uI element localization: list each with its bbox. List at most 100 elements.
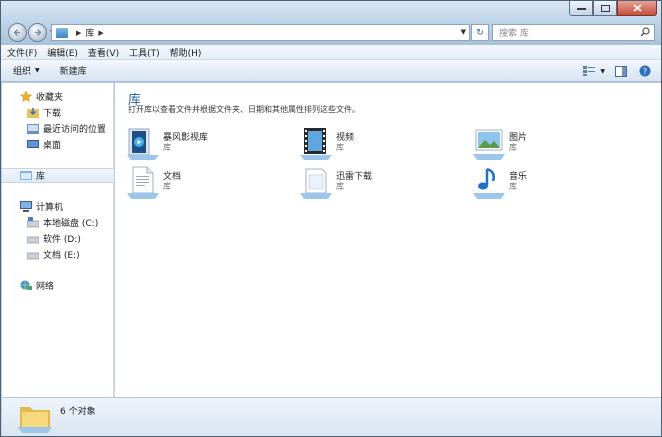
music-icon	[473, 167, 505, 199]
library-tile[interactable]: 音乐 库	[473, 165, 633, 201]
minimize-icon	[576, 8, 586, 10]
menu-bar: 文件(F) 编辑(E) 查看(V) 工具(T) 帮助(H)	[1, 45, 661, 60]
library-type: 库	[336, 182, 344, 191]
view-options-icon	[583, 66, 596, 76]
library-tile[interactable]: 视频 库	[300, 126, 460, 162]
library-type: 库	[509, 143, 517, 152]
search-box[interactable]: 搜索 库	[492, 24, 655, 41]
nav-recent-label: 最近访问的位置	[43, 125, 107, 135]
library-description: 打开库以查看文件并根据文件夹、日期和其他属性排列这些文件。	[128, 105, 360, 114]
explorer-window: ▼ ▶ 库 ▶ ▼ ↻ 搜索 库 文件(F) 编辑(E) 查看(V) 工具(T)…	[0, 0, 662, 437]
close-icon	[632, 4, 642, 12]
nav-drive-e[interactable]: 文档 (E:)	[2, 247, 114, 262]
menu-view[interactable]: 查看(V)	[88, 46, 119, 59]
nav-favorites[interactable]: 收藏夹	[2, 89, 114, 104]
nav-desktop[interactable]: 桌面	[2, 137, 114, 152]
help-button[interactable]: ?	[637, 64, 653, 78]
desktop-icon	[27, 140, 39, 148]
nav-drive-d[interactable]: 软件 (D:)	[2, 231, 114, 246]
refresh-icon: ↻	[476, 27, 484, 38]
nav-drive-e-label: 文档 (E:)	[43, 251, 80, 261]
drive-icon	[27, 252, 39, 260]
new-library-button[interactable]: 新建库	[60, 64, 87, 77]
nav-drive-c[interactable]: 本地磁盘 (C:)	[2, 215, 114, 230]
address-bar[interactable]: ▶ 库 ▶ ▼	[51, 24, 470, 41]
preview-pane-icon	[615, 65, 627, 77]
menu-help[interactable]: 帮助(H)	[170, 46, 202, 59]
svg-text:?: ?	[643, 67, 647, 76]
library-tile[interactable]: 文档 库	[127, 165, 287, 201]
library-type: 库	[509, 182, 517, 191]
nav-network-label: 网络	[36, 282, 55, 292]
nav-downloads[interactable]: 下载	[2, 105, 114, 120]
library-folder-icon	[18, 407, 52, 433]
download-library-icon	[300, 168, 332, 199]
chevron-down-icon: ▼	[35, 67, 40, 74]
breadcrumb-libraries[interactable]: 库	[85, 26, 94, 39]
maximize-button[interactable]	[593, 1, 617, 16]
minimize-button[interactable]	[569, 1, 593, 16]
preview-pane-button[interactable]	[613, 64, 629, 78]
network-icon	[20, 280, 32, 290]
refresh-button[interactable]: ↻	[471, 24, 489, 41]
command-bar: 组织 ▼ 新建库 ▼ ?	[1, 60, 661, 82]
nav-favorites-label: 收藏夹	[36, 93, 64, 103]
search-icon[interactable]	[640, 27, 650, 37]
library-type: 库	[163, 143, 171, 152]
drive-icon	[27, 236, 39, 244]
chevron-right-icon[interactable]: ▶	[98, 29, 103, 37]
forward-button[interactable]	[28, 23, 47, 42]
forward-arrow-icon	[35, 28, 42, 37]
library-folder-icon	[56, 27, 68, 38]
back-arrow-icon	[13, 28, 20, 37]
recent-places-icon	[27, 124, 39, 134]
organize-button[interactable]: 组织 ▼	[13, 64, 40, 77]
document-icon	[127, 166, 159, 199]
view-controls: ▼ ?	[573, 64, 653, 78]
title-bar: ▼ ▶ 库 ▶ ▼ ↻ 搜索 库	[1, 1, 661, 45]
nav-computer-label: 计算机	[36, 203, 64, 213]
window-controls	[569, 1, 657, 16]
maximize-icon	[600, 4, 610, 12]
navigation-pane: 收藏夹 下载 最近访问的位置 桌面 库 计算机 本地磁盘 (C:) 软件 (D:…	[2, 83, 114, 397]
library-tile[interactable]: 暴风影视库 库	[127, 126, 287, 162]
nav-network[interactable]: 网络	[2, 278, 114, 293]
library-tile[interactable]: 迅雷下载 库	[300, 165, 460, 201]
computer-icon	[20, 201, 32, 212]
nav-libraries[interactable]: 库	[2, 168, 114, 183]
chevron-right-icon[interactable]: ▶	[76, 29, 81, 37]
nav-desktop-label: 桌面	[43, 141, 62, 151]
video-library-icon	[127, 128, 159, 160]
search-input[interactable]: 搜索 库	[499, 26, 529, 39]
nav-recent-places[interactable]: 最近访问的位置	[2, 121, 114, 136]
item-count: 6 个对象	[60, 407, 96, 417]
library-type: 库	[336, 143, 344, 152]
menu-tools[interactable]: 工具(T)	[129, 46, 160, 59]
nav-computer[interactable]: 计算机	[2, 199, 114, 214]
details-pane: 6 个对象	[2, 397, 661, 436]
nav-drive-c-label: 本地磁盘 (C:)	[43, 219, 99, 229]
organize-label: 组织	[13, 67, 32, 77]
address-dropdown-icon[interactable]: ▼	[461, 28, 466, 36]
menu-file[interactable]: 文件(F)	[7, 46, 37, 59]
new-library-label: 新建库	[59, 67, 87, 77]
nav-downloads-label: 下载	[43, 109, 62, 119]
content-pane: 库 打开库以查看文件并根据文件夹、日期和其他属性排列这些文件。 暴风影视库 库 …	[115, 83, 661, 397]
change-view-button[interactable]	[581, 64, 597, 78]
close-button[interactable]	[617, 1, 657, 16]
libraries-icon	[20, 171, 32, 180]
system-drive-icon	[27, 217, 39, 228]
film-icon	[300, 128, 332, 160]
nav-drive-d-label: 软件 (D:)	[43, 235, 81, 245]
star-icon	[20, 91, 32, 102]
view-dropdown-icon[interactable]: ▼	[600, 68, 605, 75]
menu-edit[interactable]: 编辑(E)	[47, 46, 78, 59]
library-type: 库	[163, 182, 171, 191]
library-tile[interactable]: 图片 库	[473, 126, 633, 162]
nav-libraries-label: 库	[36, 172, 46, 182]
help-icon: ?	[639, 65, 651, 77]
back-button[interactable]	[8, 23, 27, 42]
navigation-buttons: ▼	[8, 23, 55, 42]
downloads-folder-icon	[27, 108, 39, 118]
picture-icon	[473, 129, 505, 160]
